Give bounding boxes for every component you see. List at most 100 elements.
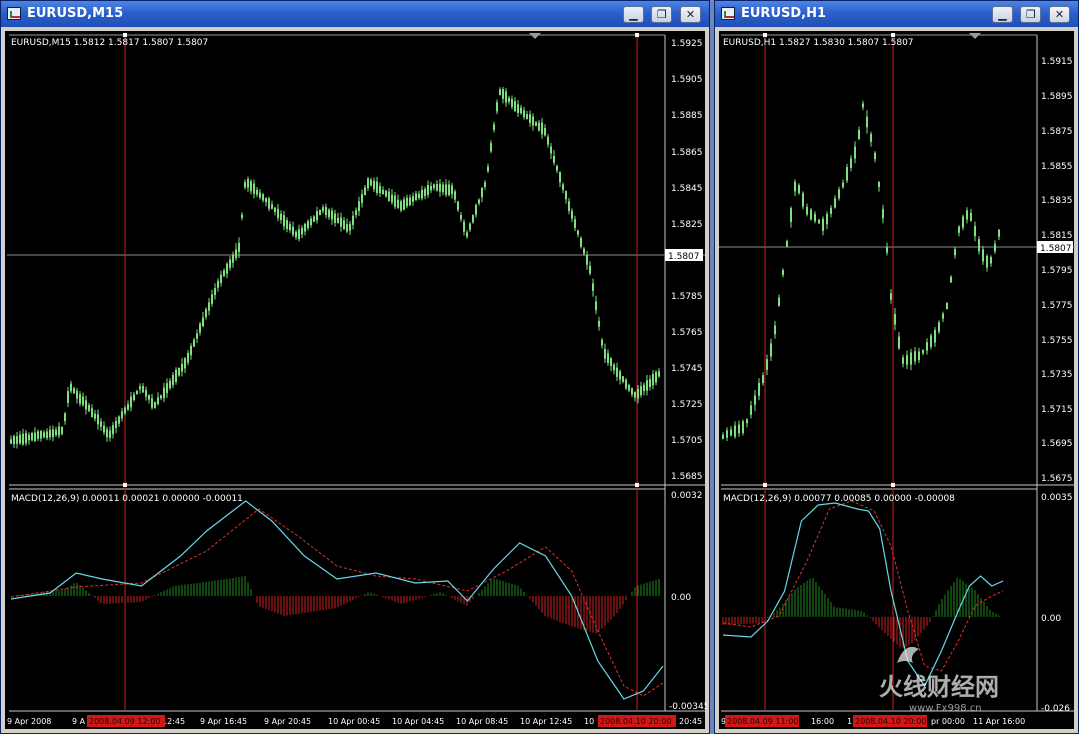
candle-body bbox=[942, 313, 944, 319]
chart-window-eurusd-m15[interactable]: EURUSD,M15 ▁ ❐ ✕ EURUSD,M15 1.5812 1.581… bbox=[0, 0, 710, 734]
candle-body bbox=[151, 398, 153, 408]
time-label: 20:45 bbox=[679, 717, 702, 726]
candle-body bbox=[223, 270, 225, 277]
candle-body bbox=[798, 185, 800, 194]
candle-body bbox=[538, 122, 540, 131]
time-marker-label: 2008.04.10 20:00 bbox=[855, 717, 926, 726]
candle-body bbox=[175, 369, 177, 383]
candle-body bbox=[586, 254, 588, 265]
price-tick: 1.5735 bbox=[1041, 370, 1073, 380]
candle-body bbox=[914, 351, 916, 362]
candle-body bbox=[746, 419, 748, 424]
candle-body bbox=[172, 375, 174, 385]
candle-body bbox=[124, 407, 126, 414]
candle-body bbox=[409, 197, 411, 206]
close-button[interactable]: ✕ bbox=[680, 6, 701, 23]
candle-body bbox=[436, 183, 438, 191]
shift-marker-icon[interactable] bbox=[529, 33, 541, 39]
candle-body bbox=[846, 167, 848, 181]
maximize-button[interactable]: ❐ bbox=[1020, 6, 1042, 23]
minimize-button[interactable]: ▁ bbox=[622, 6, 644, 23]
candle-body bbox=[556, 165, 558, 171]
candle-body bbox=[535, 122, 537, 126]
candle-body bbox=[289, 224, 291, 231]
maximize-button[interactable]: ❐ bbox=[651, 6, 673, 23]
candle-body bbox=[22, 433, 24, 445]
price-tick: 1.5695 bbox=[1041, 439, 1073, 449]
candle-body bbox=[352, 215, 354, 225]
minimize-button[interactable]: ▁ bbox=[991, 6, 1013, 23]
candle-body bbox=[241, 214, 243, 219]
candle-body bbox=[601, 339, 603, 346]
candle-body bbox=[514, 101, 516, 112]
candle-body bbox=[199, 323, 201, 333]
candle-body bbox=[834, 198, 836, 208]
price-tick: 1.5755 bbox=[1041, 336, 1073, 346]
macd-label: MACD(12,26,9) 0.00011 0.00021 0.00000 -0… bbox=[11, 494, 243, 504]
chart-area[interactable]: EURUSD,H1 1.5827 1.5830 1.5807 1.5807 MA… bbox=[719, 31, 1076, 731]
candle-body bbox=[726, 430, 728, 438]
candle-body bbox=[247, 178, 249, 188]
candle-body bbox=[28, 434, 30, 441]
candle-body bbox=[541, 122, 543, 135]
watermark-title: 火线财经网 bbox=[879, 673, 999, 701]
candle-body bbox=[142, 386, 144, 393]
candle-body bbox=[583, 248, 585, 254]
candle-body bbox=[562, 184, 564, 190]
close-button[interactable]: ✕ bbox=[1049, 6, 1070, 23]
candle-body bbox=[445, 184, 447, 195]
candle-body bbox=[918, 351, 920, 361]
vertical-line-handle bbox=[891, 483, 895, 487]
candle-body bbox=[472, 215, 474, 223]
candle-body bbox=[64, 413, 66, 422]
candle-body bbox=[181, 363, 183, 372]
candle-body bbox=[40, 431, 42, 439]
candle-body bbox=[433, 184, 435, 189]
candle-body bbox=[448, 184, 450, 196]
candle-body bbox=[166, 383, 168, 394]
candle-body bbox=[649, 379, 651, 387]
ohlc-label: EURUSD,M15 1.5812 1.5817 1.5807 1.5807 bbox=[11, 38, 208, 48]
candle-body bbox=[430, 185, 432, 191]
candle-body bbox=[978, 239, 980, 252]
candle-body bbox=[67, 391, 69, 403]
title-bar[interactable]: EURUSD,M15 ▁ ❐ ✕ bbox=[1, 1, 709, 27]
chart-canvas[interactable]: EURUSD,H1 1.5827 1.5830 1.5807 1.5807 MA… bbox=[719, 31, 1076, 731]
shift-marker-icon[interactable] bbox=[969, 33, 981, 39]
candle-body bbox=[379, 186, 381, 194]
candle-body bbox=[770, 343, 772, 357]
candle-body bbox=[58, 426, 60, 436]
time-label: 9 A bbox=[72, 717, 86, 726]
candle-body bbox=[346, 224, 348, 232]
time-label: 9 Apr 2008 bbox=[7, 717, 51, 726]
current-price-label: 1.5807 bbox=[1040, 244, 1072, 254]
candle-body bbox=[154, 401, 156, 408]
candle-body bbox=[950, 276, 952, 283]
candle-body bbox=[646, 380, 648, 391]
candle-body bbox=[52, 429, 54, 438]
candle-body bbox=[97, 414, 99, 425]
candle-body bbox=[565, 191, 567, 200]
candle-body bbox=[361, 193, 363, 203]
candle-body bbox=[643, 384, 645, 391]
window-title: EURUSD,M15 bbox=[27, 6, 124, 21]
candle-body bbox=[277, 208, 279, 218]
candle-body bbox=[862, 103, 864, 108]
candle-body bbox=[235, 249, 237, 259]
candle-body bbox=[986, 255, 988, 268]
chart-area[interactable]: EURUSD,M15 1.5812 1.5817 1.5807 1.5807 M… bbox=[5, 31, 707, 731]
candle-body bbox=[970, 212, 972, 221]
candle-body bbox=[334, 213, 336, 223]
macd-signal-line bbox=[10, 508, 664, 697]
title-bar[interactable]: EURUSD,H1 ▁ ❐ ✕ bbox=[715, 1, 1078, 27]
candle-body bbox=[622, 376, 624, 382]
candle-body bbox=[508, 97, 510, 102]
candle-body bbox=[571, 210, 573, 219]
candle-body bbox=[343, 220, 345, 229]
candle-body bbox=[938, 322, 940, 332]
chart-window-eurusd-h1[interactable]: EURUSD,H1 ▁ ❐ ✕ EURUSD,H1 1.5827 1.5830 … bbox=[714, 0, 1079, 734]
candle-body bbox=[547, 136, 549, 145]
candle-body bbox=[229, 259, 231, 268]
candle-body bbox=[878, 182, 880, 187]
chart-canvas[interactable]: EURUSD,M15 1.5812 1.5817 1.5807 1.5807 M… bbox=[5, 31, 707, 731]
